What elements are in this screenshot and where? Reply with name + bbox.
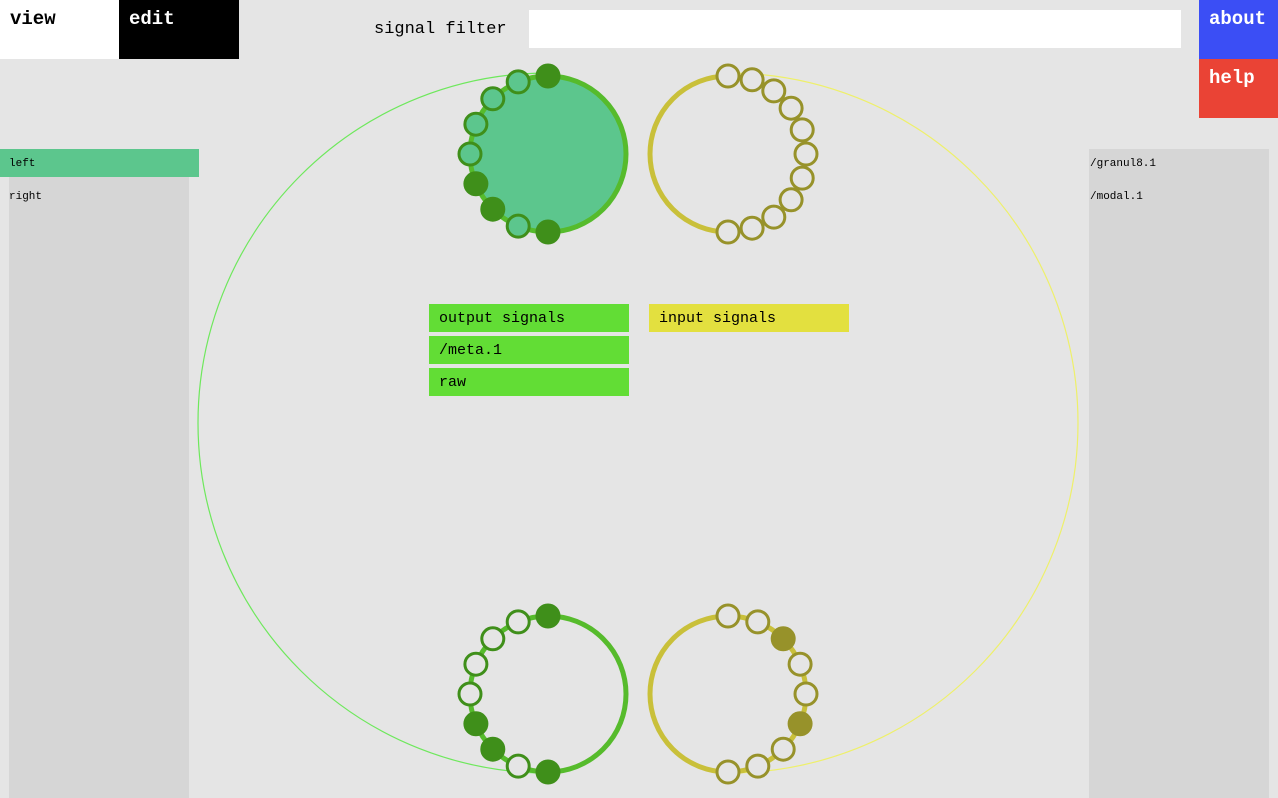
input-device-node[interactable] bbox=[647, 63, 819, 245]
output-port[interactable] bbox=[463, 111, 489, 137]
output-port[interactable] bbox=[457, 681, 483, 707]
input-port[interactable] bbox=[715, 603, 741, 629]
output-port[interactable] bbox=[457, 141, 483, 167]
destination-device-item[interactable]: /granul8.1 bbox=[1081, 149, 1269, 177]
input-port[interactable] bbox=[761, 204, 787, 230]
input-port[interactable] bbox=[778, 187, 804, 213]
output-port[interactable] bbox=[463, 711, 489, 737]
output-port[interactable] bbox=[480, 196, 506, 222]
tab-edit[interactable]: edit bbox=[119, 0, 239, 59]
input-port[interactable] bbox=[770, 626, 796, 652]
input-port[interactable] bbox=[778, 95, 804, 121]
about-button[interactable]: about bbox=[1199, 0, 1278, 59]
tab-view[interactable]: view bbox=[0, 0, 120, 59]
output-signal-item[interactable]: /meta.1 bbox=[429, 336, 629, 364]
signal-graph bbox=[197, 63, 1079, 785]
input-signals-header: input signals bbox=[649, 304, 849, 332]
output-port[interactable] bbox=[535, 63, 561, 89]
source-device-item[interactable]: right bbox=[0, 182, 189, 210]
input-port[interactable] bbox=[770, 736, 796, 762]
input-port[interactable] bbox=[715, 759, 741, 785]
input-port[interactable] bbox=[715, 63, 741, 89]
output-port[interactable] bbox=[535, 759, 561, 785]
input-device-node[interactable] bbox=[647, 603, 819, 785]
input-connection-arc bbox=[727, 72, 1079, 774]
help-button[interactable]: help bbox=[1199, 59, 1278, 118]
output-port[interactable] bbox=[505, 69, 531, 95]
output-port[interactable] bbox=[463, 651, 489, 677]
output-signal-item[interactable]: raw bbox=[429, 368, 629, 396]
output-signals-header: output signals bbox=[429, 304, 629, 332]
output-device-node[interactable] bbox=[457, 63, 629, 245]
source-device-item[interactable]: left bbox=[0, 149, 199, 177]
input-port[interactable] bbox=[793, 141, 819, 167]
input-port[interactable] bbox=[745, 609, 771, 635]
destination-device-item[interactable]: /modal.1 bbox=[1081, 182, 1269, 210]
destination-device-panel bbox=[1089, 149, 1269, 798]
input-port[interactable] bbox=[787, 711, 813, 737]
signal-filter-input[interactable] bbox=[529, 10, 1181, 48]
input-port[interactable] bbox=[793, 681, 819, 707]
signal-filter-label: signal filter bbox=[374, 20, 507, 39]
input-port[interactable] bbox=[789, 117, 815, 143]
output-port[interactable] bbox=[535, 219, 561, 245]
input-port[interactable] bbox=[789, 165, 815, 191]
output-port[interactable] bbox=[480, 86, 506, 112]
output-port[interactable] bbox=[535, 603, 561, 629]
output-port[interactable] bbox=[505, 609, 531, 635]
output-port[interactable] bbox=[480, 626, 506, 652]
output-port[interactable] bbox=[463, 171, 489, 197]
input-port[interactable] bbox=[761, 78, 787, 104]
output-port[interactable] bbox=[480, 736, 506, 762]
source-device-panel bbox=[9, 149, 189, 798]
input-port[interactable] bbox=[739, 215, 765, 241]
output-port[interactable] bbox=[505, 753, 531, 779]
input-port[interactable] bbox=[745, 753, 771, 779]
input-port[interactable] bbox=[739, 67, 765, 93]
input-port[interactable] bbox=[715, 219, 741, 245]
output-device-node[interactable] bbox=[457, 603, 629, 785]
input-port[interactable] bbox=[787, 651, 813, 677]
output-port[interactable] bbox=[505, 213, 531, 239]
